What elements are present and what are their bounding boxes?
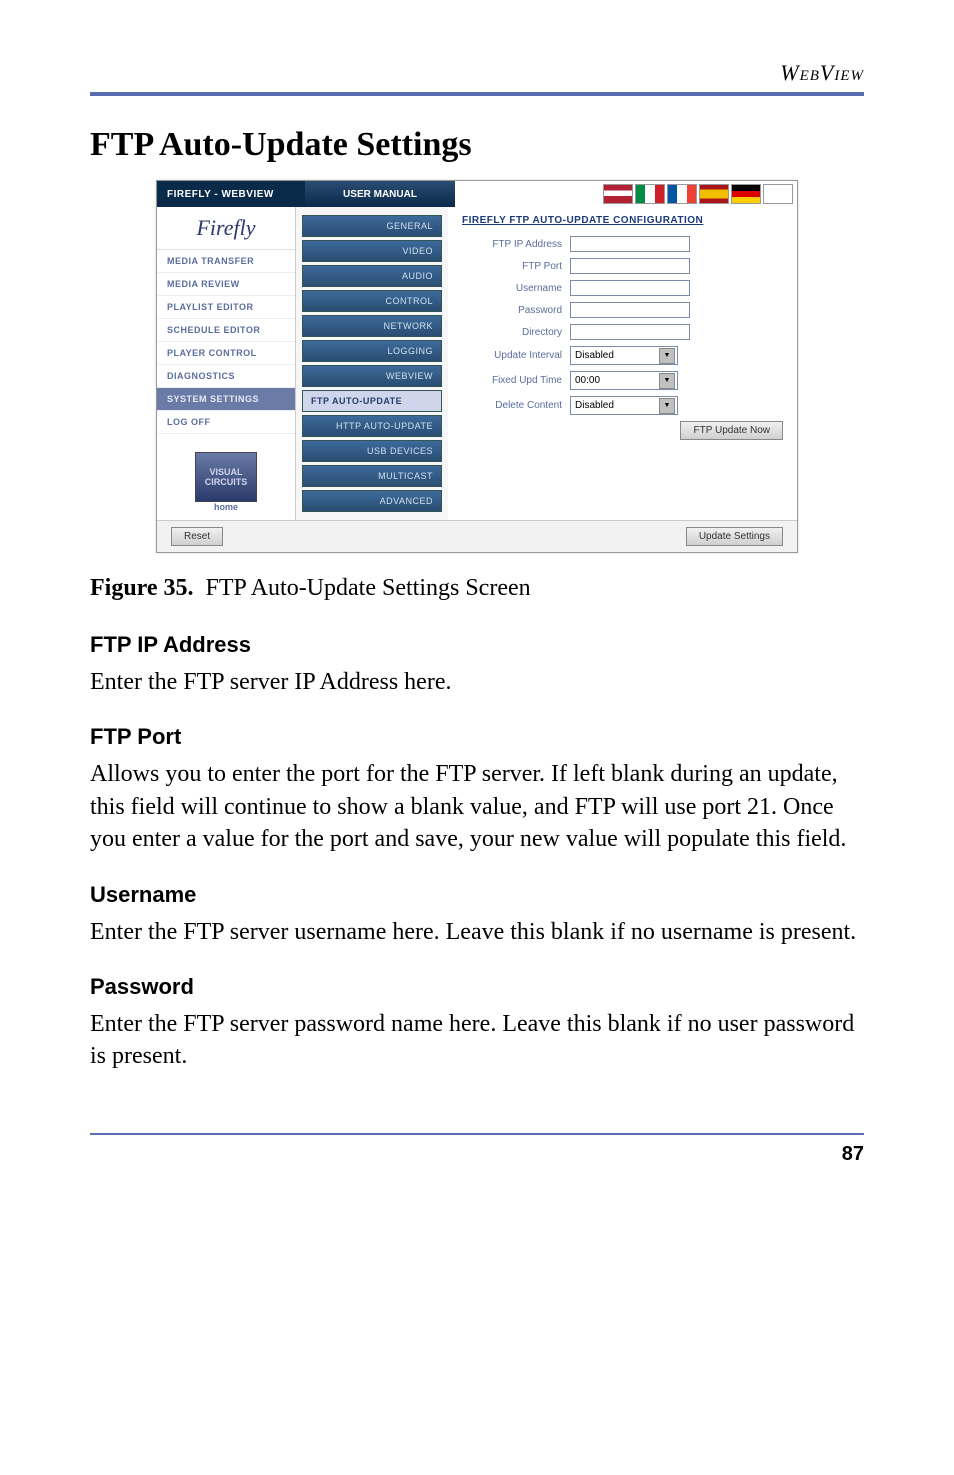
form-footer: Reset Update Settings (157, 520, 797, 552)
label-delete-content: Delete Content (462, 400, 570, 411)
flag-it-icon[interactable] (635, 184, 665, 204)
screenshot-topbar: FIREFLY - WEBVIEW USER MANUAL (157, 181, 797, 207)
subnav-ftp-auto-update[interactable]: FTP AUTO-UPDATE (302, 390, 442, 412)
brand-text: Firefly (196, 215, 255, 241)
header-title: WebView (90, 60, 864, 86)
update-settings-button[interactable]: Update Settings (686, 527, 783, 546)
heading-ftp-ip: FTP IP Address (90, 632, 864, 658)
config-title: FIREFLY FTP AUTO-UPDATE CONFIGURATION (462, 215, 783, 226)
flag-us-icon[interactable] (603, 184, 633, 204)
left-nav: Firefly MEDIA TRANSFER MEDIA REVIEW PLAY… (157, 207, 296, 520)
paragraph-username: Enter the FTP server username here. Leav… (90, 916, 864, 948)
reset-button[interactable]: Reset (171, 527, 223, 546)
subnav-video[interactable]: VIDEO (302, 240, 442, 262)
topbar-flags (455, 181, 797, 207)
header-rule (90, 92, 864, 96)
label-ftp-ip: FTP IP Address (462, 239, 570, 250)
select-update-interval[interactable]: Disabled ▼ (570, 346, 678, 365)
label-update-interval: Update Interval (462, 350, 570, 361)
nav-log-off[interactable]: LOG OFF (157, 411, 295, 434)
input-directory[interactable] (570, 324, 690, 340)
subnav-control[interactable]: CONTROL (302, 290, 442, 312)
topbar-manual-button[interactable]: USER MANUAL (305, 181, 455, 207)
heading-password: Password (90, 974, 864, 1000)
heading-ftp-port: FTP Port (90, 724, 864, 750)
flag-es-icon[interactable] (699, 184, 729, 204)
input-ftp-port[interactable] (570, 258, 690, 274)
input-ftp-ip[interactable] (570, 236, 690, 252)
subnav-usb-devices[interactable]: USB DEVICES (302, 440, 442, 462)
subnav-multicast[interactable]: MULTICAST (302, 465, 442, 487)
chevron-down-icon: ▼ (659, 373, 675, 389)
subnav-webview[interactable]: WEBVIEW (302, 365, 442, 387)
paragraph-ftp-ip: Enter the FTP server IP Address here. (90, 666, 864, 698)
subnav-general[interactable]: GENERAL (302, 215, 442, 237)
nav-diagnostics[interactable]: DIAGNOSTICS (157, 365, 295, 388)
visual-circuits-logo[interactable]: VISUAL CIRCUITS (195, 452, 257, 502)
chevron-down-icon: ▼ (659, 348, 675, 364)
nav-playlist-editor[interactable]: PLAYLIST EDITOR (157, 296, 295, 319)
ftp-update-now-button[interactable]: FTP Update Now (680, 421, 783, 440)
sub-nav: GENERAL VIDEO AUDIO CONTROL NETWORK LOGG… (296, 207, 448, 520)
select-fixed-upd-time-value: 00:00 (575, 375, 600, 386)
subnav-logging[interactable]: LOGGING (302, 340, 442, 362)
logo-line1: VISUAL (209, 467, 242, 477)
paragraph-password: Enter the FTP server password name here.… (90, 1008, 864, 1073)
chevron-down-icon: ▼ (659, 398, 675, 414)
figure-caption-text: FTP Auto-Update Settings Screen (206, 575, 531, 601)
subnav-network[interactable]: NETWORK (302, 315, 442, 337)
topbar-product-label: FIREFLY - WEBVIEW (157, 181, 305, 207)
label-directory: Directory (462, 327, 570, 338)
label-ftp-port: FTP Port (462, 261, 570, 272)
footer-rule (90, 1133, 864, 1135)
input-password[interactable] (570, 302, 690, 318)
screenshot-panel: FIREFLY - WEBVIEW USER MANUAL Firefly ME (156, 180, 798, 553)
nav-schedule-editor[interactable]: SCHEDULE EDITOR (157, 319, 295, 342)
footer-logo-area: VISUAL CIRCUITS home (157, 444, 295, 520)
subnav-advanced[interactable]: ADVANCED (302, 490, 442, 512)
paragraph-ftp-port: Allows you to enter the port for the FTP… (90, 758, 864, 855)
config-form: FIREFLY FTP AUTO-UPDATE CONFIGURATION FT… (448, 207, 797, 520)
page-number: 87 (90, 1143, 864, 1166)
nav-media-transfer[interactable]: MEDIA TRANSFER (157, 250, 295, 273)
flag-kr-icon[interactable] (763, 184, 793, 204)
subnav-http-auto-update[interactable]: HTTP AUTO-UPDATE (302, 415, 442, 437)
heading-username: Username (90, 882, 864, 908)
logo-line2: CIRCUITS (205, 477, 248, 487)
flag-de-icon[interactable] (731, 184, 761, 204)
nav-system-settings[interactable]: SYSTEM SETTINGS (157, 388, 295, 411)
section-title: FTP Auto-Update Settings (90, 126, 864, 164)
figure-label: Figure 35. (90, 575, 194, 601)
select-delete-content-value: Disabled (575, 400, 614, 411)
label-password: Password (462, 305, 570, 316)
label-username: Username (462, 283, 570, 294)
brand-logo: Firefly (157, 207, 295, 250)
flag-fr-icon[interactable] (667, 184, 697, 204)
home-link[interactable]: home (165, 502, 287, 512)
figure-caption: Figure 35. FTP Auto-Update Settings Scre… (90, 575, 864, 602)
input-username[interactable] (570, 280, 690, 296)
select-fixed-upd-time[interactable]: 00:00 ▼ (570, 371, 678, 390)
select-delete-content[interactable]: Disabled ▼ (570, 396, 678, 415)
nav-media-review[interactable]: MEDIA REVIEW (157, 273, 295, 296)
select-update-interval-value: Disabled (575, 350, 614, 361)
label-fixed-upd-time: Fixed Upd Time (462, 375, 570, 386)
subnav-audio[interactable]: AUDIO (302, 265, 442, 287)
nav-player-control[interactable]: PLAYER CONTROL (157, 342, 295, 365)
